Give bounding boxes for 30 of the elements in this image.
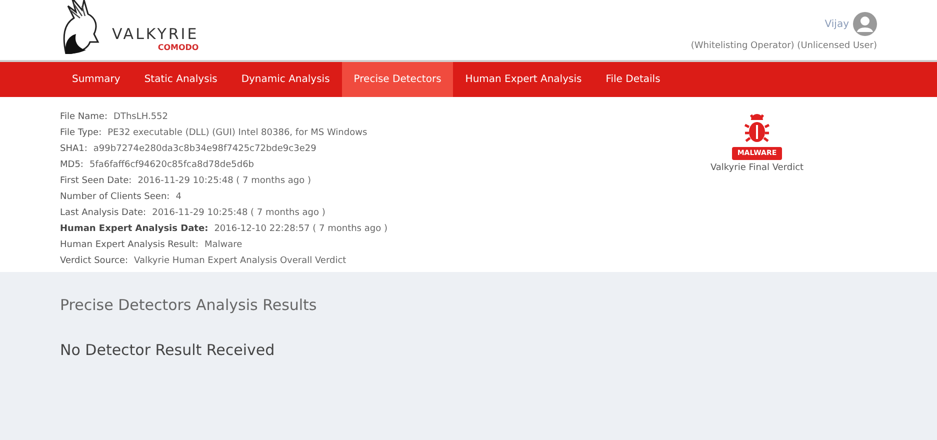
field-value: Malware xyxy=(204,239,242,252)
avatar-icon[interactable] xyxy=(853,12,877,36)
field-label: First Seen Date: xyxy=(60,175,132,188)
field-value: 2016-12-10 22:28:57 ( 7 months ago ) xyxy=(214,223,388,236)
field-value: 4 xyxy=(176,191,182,204)
nav-tab[interactable]: Precise Detectors xyxy=(342,62,454,97)
field-label: Number of Clients Seen: xyxy=(60,191,170,204)
verdict-caption: Valkyrie Final Verdict xyxy=(710,162,804,174)
empty-message: No Detector Result Received xyxy=(60,340,276,360)
field-value: PE32 executable (DLL) (GUI) Intel 80386, for MS Windows xyxy=(108,127,368,140)
user-roles: (Whitelisting Operator) (Unlicensed User) xyxy=(690,40,877,54)
user-name[interactable]: Vijay xyxy=(824,16,849,32)
field-value: 2016-11-29 10:25:48 ( 7 months ago ) xyxy=(138,175,311,188)
field-value: DThsLH.552 xyxy=(114,111,168,124)
field-label: File Type: xyxy=(60,127,102,140)
field-value: Valkyrie Human Expert Analysis Overall Verdict xyxy=(134,255,346,268)
logo-subtitle: COMODO xyxy=(158,44,199,52)
field-label: File Name: xyxy=(60,111,108,124)
field-label: Last Analysis Date: xyxy=(60,207,146,220)
field-label: Verdict Source: xyxy=(60,255,128,268)
section-title: Precise Detectors Analysis Results xyxy=(60,295,318,316)
field-value: 2016-11-29 10:25:48 ( 7 months ago ) xyxy=(152,207,326,220)
bug-icon xyxy=(743,113,771,143)
field-label: MD5: xyxy=(60,159,84,172)
field-label: Human Expert Analysis Date: xyxy=(60,223,208,236)
field-label: SHA1: xyxy=(60,143,88,156)
field-value: a99b7274e280da3c8b34e98f7425c72bde9c3e29 xyxy=(93,143,316,156)
field-value: 5fa6faff6cf94620c85fca8d78de5d6b xyxy=(89,159,254,172)
logo-wordmark: VALKYRIE xyxy=(112,27,199,42)
field-label: Human Expert Analysis Result: xyxy=(60,239,198,252)
